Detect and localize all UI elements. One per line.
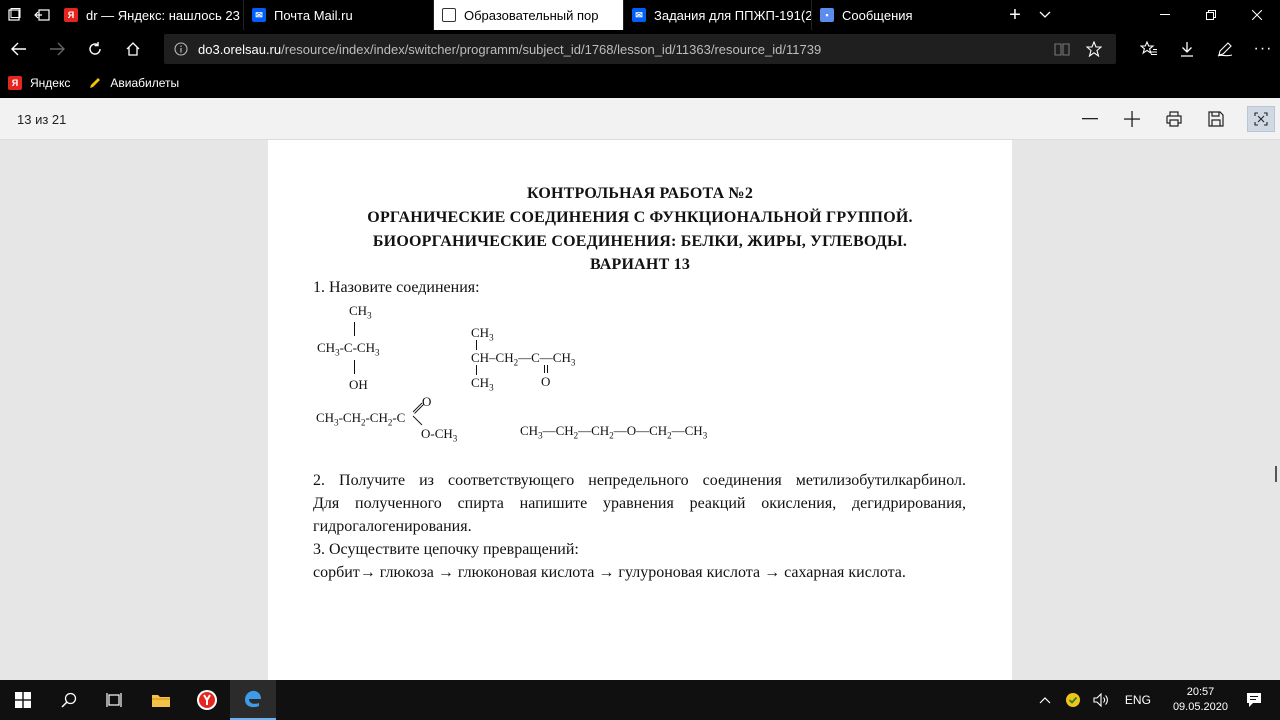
chem-label: CH3-C-CH3 [317, 340, 380, 358]
doc-title-line: КОНТРОЛЬНАЯ РАБОТА №2 [526, 185, 754, 202]
volume-icon[interactable] [1093, 693, 1109, 707]
clock-date: 09.05.2020 [1172, 701, 1228, 713]
pdf-toolbar: 13 из 21 [0, 98, 1280, 140]
task-3-chain: сорбит→ глюкоза → глюконовая кислота → г… [313, 564, 906, 581]
download-icon[interactable] [1168, 30, 1206, 68]
task-2-line: гидрогалогенирования. [313, 518, 472, 535]
windows-start-icon[interactable] [0, 680, 46, 720]
browser-tab-3[interactable]: ✉ Задания для ППЖП-191(2). [624, 0, 812, 30]
url-host: do3.orelsau.ru [198, 41, 282, 57]
tab-label: Задания для ППЖП-191(2). [654, 7, 812, 23]
back-icon[interactable] [0, 30, 38, 68]
pdf-page: КОНТРОЛЬНАЯ РАБОТА №2 ОРГАНИЧЕСКИЕ СОЕДИ… [268, 140, 1012, 680]
bond-line [476, 340, 477, 350]
yandex-icon: Я [64, 8, 78, 22]
taskbar: ENG 20:57 09.05.2020 [0, 680, 1280, 720]
bond-line [544, 365, 545, 373]
mail-icon: ✉ [632, 8, 646, 22]
new-tab-icon[interactable]: + [1000, 0, 1030, 30]
favorite-label: Яндекс [30, 76, 71, 90]
info-icon[interactable] [174, 42, 188, 56]
zoom-in-icon[interactable] [1118, 106, 1146, 132]
language-indicator[interactable]: ENG [1125, 693, 1151, 707]
tab-bar: Я dr — Яндекс: нашлось 23 м ✉ Почта Mail… [0, 0, 1280, 30]
favorite-aviabilety[interactable]: Авиабилеты [88, 76, 179, 90]
zoom-out-icon[interactable] [1076, 106, 1104, 132]
refresh-icon[interactable] [76, 30, 114, 68]
chem-label: CH3 [471, 325, 494, 343]
fit-page-icon[interactable] [1247, 106, 1275, 132]
reading-view-icon[interactable] [1054, 42, 1070, 56]
close-icon[interactable] [1234, 0, 1280, 30]
restore-icon[interactable] [1188, 0, 1234, 30]
forward-icon[interactable] [38, 30, 76, 68]
save-icon[interactable] [1202, 106, 1230, 132]
clock-time: 20:57 [1186, 686, 1215, 698]
doc-title-line: ОРГАНИЧЕСКИЕ СОЕДИНЕНИЯ С ФУНКЦИОНАЛЬНОЙ… [367, 209, 913, 226]
chem-label: CH–CH2—C—CH3 [471, 350, 576, 368]
task-1-text: 1. Назовите соединения: [313, 279, 480, 296]
search-icon[interactable] [46, 680, 92, 720]
chem-label: CH3—CH2—CH2—O—CH2—CH3 [520, 423, 708, 441]
browser-tab-2[interactable]: Образовательный пор [434, 0, 624, 30]
chem-label: CH3-CH2-CH2-C [316, 410, 406, 428]
clock[interactable]: 20:57 09.05.2020 [1173, 685, 1228, 715]
tab-label: dr — Яндекс: нашлось 23 м [86, 7, 244, 23]
yandex-browser-icon[interactable] [184, 680, 230, 720]
doc-title-line: ВАРИАНТ 13 [589, 256, 691, 273]
doc-title-line: БИООРГАНИЧЕСКИЕ СОЕДИНЕНИЯ: БЕЛКИ, ЖИРЫ,… [372, 233, 908, 250]
favorite-label: Авиабилеты [110, 76, 180, 90]
chem-label: CH3 [471, 375, 494, 393]
file-explorer-icon[interactable] [138, 680, 184, 720]
favorite-star-icon[interactable] [1086, 41, 1102, 57]
bond-line [476, 365, 477, 375]
browser-tab-4[interactable]: ▪ Сообщения [812, 0, 1000, 30]
chem-label: CH3 [349, 303, 372, 321]
tab-actions-icon[interactable] [0, 0, 28, 30]
url-path: /resource/index/index/switcher/programm/… [281, 41, 822, 57]
favorite-yandex[interactable]: Я Яндекс [8, 76, 70, 90]
chem-label: O-CH3 [421, 426, 458, 444]
status-badge-icon[interactable] [1065, 692, 1081, 708]
minimize-icon[interactable] [1142, 0, 1188, 30]
edge-browser-icon[interactable] [230, 680, 276, 720]
home-icon[interactable] [114, 30, 152, 68]
task-2-line: Для полученного спирта напишите уравнени… [313, 495, 966, 512]
system-tray: ENG 20:57 09.05.2020 [1031, 680, 1280, 720]
address-field[interactable]: do3.orelsau.ru/resource/index/index/swit… [164, 34, 1116, 64]
address-toolbar: do3.orelsau.ru/resource/index/index/swit… [0, 30, 1280, 68]
bond-line [354, 360, 355, 374]
tab-label: Сообщения [842, 7, 913, 23]
tab-label: Почта Mail.ru [274, 7, 353, 23]
notifications-icon[interactable] [1246, 692, 1262, 708]
task-2-line: 2. Получите из соответствующего непредел… [313, 472, 966, 489]
set-aside-tabs-icon[interactable] [28, 0, 56, 30]
scrollbar-thumb[interactable] [1275, 466, 1277, 482]
chevron-up-icon[interactable] [1039, 696, 1051, 704]
more-icon[interactable]: ··· [1244, 30, 1280, 68]
chem-label: O [422, 394, 432, 409]
chem-label: O [541, 374, 551, 389]
page-icon [442, 8, 456, 22]
chat-icon: ▪ [820, 8, 834, 22]
task-view-icon[interactable] [92, 680, 138, 720]
favorites-icon[interactable] [1130, 30, 1168, 68]
bond-line [354, 322, 355, 336]
yandex-icon: Я [8, 76, 22, 90]
print-icon[interactable] [1160, 106, 1188, 132]
pencil-icon [88, 76, 102, 90]
page-counter[interactable]: 13 из 21 [17, 112, 66, 127]
chevron-down-icon[interactable] [1030, 0, 1060, 30]
browser-tab-0[interactable]: Я dr — Яндекс: нашлось 23 м [56, 0, 244, 30]
task-3-text: 3. Осуществите цепочку превращений: [313, 541, 579, 558]
mail-icon: ✉ [252, 8, 266, 22]
notes-pen-icon[interactable] [1206, 30, 1244, 68]
bond-line [547, 365, 548, 373]
tab-label: Образовательный пор [464, 7, 599, 23]
chem-label: OH [349, 377, 368, 392]
favorites-bar: Я Яндекс Авиабилеты [0, 68, 1280, 98]
browser-tab-1[interactable]: ✉ Почта Mail.ru [244, 0, 434, 30]
